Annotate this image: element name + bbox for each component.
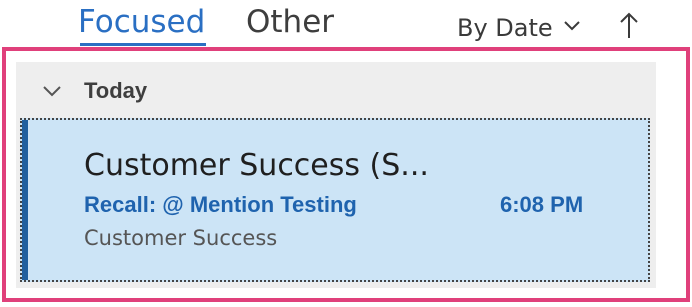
group-header-today[interactable]: Today (16, 62, 656, 116)
scrollbar-rail[interactable] (656, 62, 676, 288)
sort-by-date-button[interactable]: By Date (457, 14, 553, 42)
tab-focused[interactable]: Focused (78, 2, 205, 42)
message-list: Today Customer Success (S... Recall: @ M… (16, 62, 656, 288)
active-tab-underline (80, 43, 206, 46)
message-subject: Recall: @ Mention Testing (84, 192, 357, 217)
message-time: 6:08 PM (500, 192, 584, 217)
chevron-down-icon[interactable] (563, 19, 581, 38)
selected-indicator-bar (22, 120, 28, 280)
group-label: Today (84, 78, 148, 103)
message-sender: Customer Success (S... (84, 148, 429, 183)
list-item[interactable]: Customer Success (S... Recall: @ Mention… (20, 118, 650, 282)
tab-other[interactable]: Other (246, 2, 334, 42)
chevron-down-icon[interactable] (42, 84, 62, 102)
message-preview: Customer Success (84, 226, 278, 250)
arrow-up-icon[interactable] (618, 10, 640, 45)
mail-list-header: Focused Other By Date (0, 0, 692, 48)
